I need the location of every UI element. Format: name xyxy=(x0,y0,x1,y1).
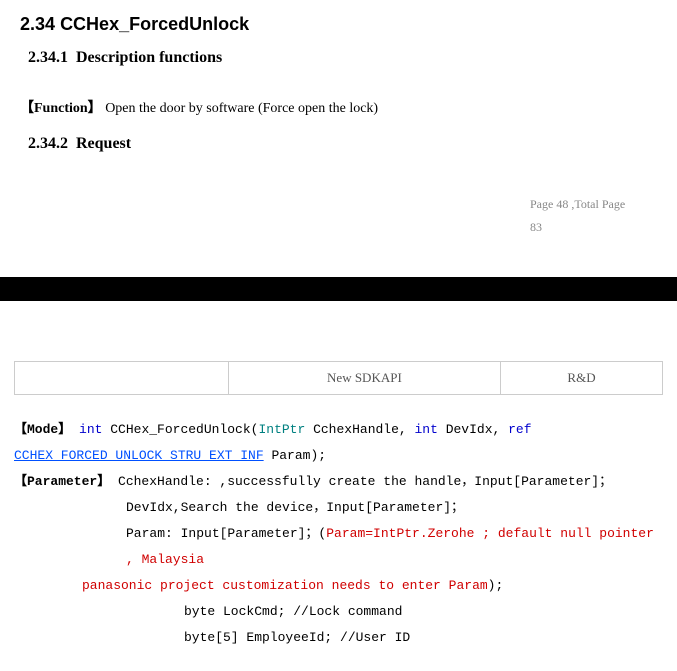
mode-line: 【Mode】 int CCHex_ForcedUnlock(IntPtr Cch… xyxy=(14,417,663,443)
page-number-line2: 83 xyxy=(530,220,542,234)
page-separator xyxy=(0,277,677,301)
function-description: 【Function】 Open the door by software (Fo… xyxy=(20,97,657,117)
keyword-ref: ref xyxy=(508,422,531,437)
param-cchex-text: CchexHandle: ,successfully create the ha… xyxy=(110,474,612,489)
mode-label: 【Mode】 xyxy=(14,422,71,437)
struct-type-link[interactable]: CCHEX_FORCED_UNLOCK_STRU_EXT_INF xyxy=(14,448,264,463)
subsection-2-heading: 2.34.2 Request xyxy=(28,135,657,153)
header-col-3: R&D xyxy=(500,361,662,394)
header-col-2: New SDKAPI xyxy=(228,361,500,394)
function-name: CCHex_ForcedUnlock( xyxy=(102,422,258,437)
arg-devidx: DevIdx, xyxy=(438,422,508,437)
section-number: 2.34 xyxy=(20,14,55,34)
param-red-2: panasonic project customization needs to… xyxy=(82,578,488,593)
param-close: Param); xyxy=(264,448,326,463)
subsection-1-title: Description functions xyxy=(76,49,222,66)
parameter-cchexhandle: 【Parameter】 CchexHandle: ,successfully c… xyxy=(14,469,663,495)
code-block: 【Mode】 int CCHex_ForcedUnlock(IntPtr Cch… xyxy=(14,417,663,651)
parameter-param-cont: panasonic project customization needs to… xyxy=(14,573,663,599)
header-table: New SDKAPI R&D xyxy=(14,361,663,395)
parameter-devidx: DevIdx,Search the device，Input[Parameter… xyxy=(14,495,663,521)
parameter-label: 【Parameter】 xyxy=(14,474,110,489)
arg-cchexhandle: CchexHandle, xyxy=(305,422,414,437)
param-lead: Param: Input[Parameter]；( xyxy=(126,526,326,541)
section-title: CCHex_ForcedUnlock xyxy=(60,14,249,34)
function-text: Open the door by software (Force open th… xyxy=(105,101,378,116)
param-tail: ); xyxy=(488,578,504,593)
keyword-int-2: int xyxy=(415,422,438,437)
keyword-int: int xyxy=(79,422,102,437)
page-2: New SDKAPI R&D 【Mode】 int CCHex_ForcedUn… xyxy=(0,301,677,671)
page-1: 2.34 CCHex_ForcedUnlock 2.34.1 Descripti… xyxy=(0,0,677,259)
mode-line-2: CCHEX_FORCED_UNLOCK_STRU_EXT_INF Param); xyxy=(14,443,663,469)
subsection-1-heading: 2.34.1 Description functions xyxy=(28,49,657,67)
field-employeeid: byte[5] EmployeeId; //User ID xyxy=(14,625,663,651)
subsection-1-number: 2.34.1 xyxy=(28,49,68,66)
function-label: 【Function】 xyxy=(20,101,102,116)
section-heading: 2.34 CCHex_ForcedUnlock xyxy=(20,14,657,35)
subsection-2-title: Request xyxy=(76,135,131,152)
page-number-block: Page 48 ,Total Page 83 xyxy=(530,193,670,239)
table-row: New SDKAPI R&D xyxy=(15,361,663,394)
header-col-1 xyxy=(15,361,229,394)
subsection-2-number: 2.34.2 xyxy=(28,135,68,152)
field-lockcmd: byte LockCmd; //Lock command xyxy=(14,599,663,625)
type-intptr: IntPtr xyxy=(258,422,305,437)
parameter-param: Param: Input[Parameter]；(Param=IntPtr.Ze… xyxy=(14,521,663,573)
page-number-line1: Page 48 ,Total Page xyxy=(530,197,625,211)
